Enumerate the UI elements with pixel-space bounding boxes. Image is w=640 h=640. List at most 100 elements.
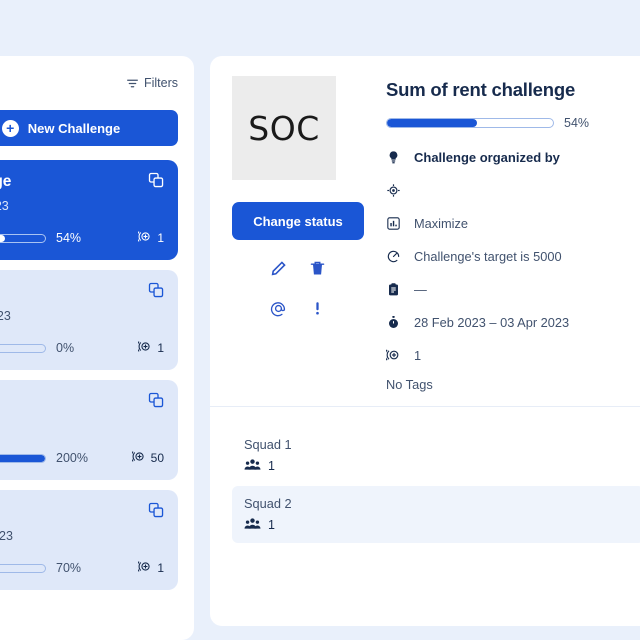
challenge-card-footer: 200% 50 (0, 449, 164, 467)
gauge-icon (386, 249, 402, 264)
challenge-card[interactable]: e Feb 2023 0% (0, 270, 178, 370)
meta-row-target: Challenge's target is 5000 (386, 245, 640, 267)
action-row-secondary (232, 300, 362, 322)
meta-row-dates: 28 Feb 2023 – 03 Apr 2023 (386, 311, 640, 333)
duplicate-icon[interactable] (148, 502, 165, 524)
meta-value: Maximize (414, 215, 469, 231)
progress-percent: 54% (56, 231, 82, 245)
challenge-card-footer: 54% 1 (0, 229, 164, 247)
progress-percent: 54% (564, 116, 590, 130)
participant-icon (136, 559, 153, 577)
filters-button[interactable]: Filters (126, 76, 178, 90)
page-title: Sum of rent challenge (386, 79, 576, 100)
progress-bar (0, 453, 46, 463)
clipboard-icon (386, 282, 402, 297)
meta-row-target-marker (386, 179, 640, 201)
challenge-card-footer: 0% 1 (0, 339, 164, 357)
detail-meta-list: Challenge organized by Maximize Challeng… (386, 146, 640, 392)
progress-bar (0, 233, 46, 243)
challenge-card-list: allenge Apr 2023 54% (0, 160, 178, 590)
sidebar-header: ailed Filters (0, 70, 178, 96)
meta-row-description: — (386, 278, 640, 300)
challenge-card[interactable]: allenge Apr 2023 54% (0, 160, 178, 260)
participant-count-value: 50 (150, 451, 164, 465)
duplicate-icon[interactable] (148, 282, 165, 304)
app-root: ailed Filters + New Challenge allenge Ap… (0, 0, 640, 640)
squad-row[interactable]: Squad 1 1 (232, 427, 640, 484)
group-icon (244, 517, 261, 533)
participant-icon (386, 347, 402, 363)
squad-member-count-value: 1 (268, 518, 275, 532)
target-icon (386, 183, 402, 198)
squad-member-count: 1 (244, 517, 632, 533)
progress-percent: 70% (56, 561, 82, 575)
progress-bar-fill (0, 234, 6, 242)
meta-row-participants: 1 (386, 344, 640, 366)
challenge-card-date: May 2023 (0, 529, 13, 544)
progress-percent: 200% (56, 451, 88, 465)
progress-bar-fill (0, 454, 45, 462)
squad-name: Squad 2 (244, 496, 292, 511)
detail-left-column: SOC Change status (232, 76, 364, 392)
stopwatch-icon (386, 315, 402, 330)
challenge-card-footer: 70% 1 (0, 559, 164, 577)
squad-member-count: 1 (244, 458, 632, 474)
challenge-thumbnail: SOC (232, 76, 336, 180)
detail-progress: 54% (386, 116, 640, 130)
participant-count: 50 (130, 449, 164, 467)
tags-label: No Tags (386, 377, 433, 392)
meta-value: 28 Feb 2023 – 03 Apr 2023 (414, 314, 570, 330)
participant-count: 1 (136, 339, 164, 357)
duplicate-icon[interactable] (148, 172, 165, 194)
meta-value: — (414, 281, 427, 297)
squad-list: Squad 1 1 Squad 2 1 (210, 407, 640, 543)
challenge-card[interactable]: ls May 2023 70% (0, 490, 178, 590)
challenge-card[interactable]: 200% 50 (0, 380, 178, 480)
meta-value: Challenge's target is 5000 (414, 248, 562, 264)
participant-count-value: 1 (157, 341, 164, 355)
progress-percent: 0% (56, 341, 75, 355)
challenge-card-title: e (0, 283, 164, 300)
filter-funnel-icon (126, 77, 139, 90)
participant-icon (136, 339, 153, 357)
challenge-card-title: ls (0, 503, 164, 520)
bar-chart-icon (386, 216, 402, 231)
report-icon[interactable] (309, 300, 326, 322)
new-challenge-button[interactable]: + New Challenge (0, 110, 178, 146)
group-icon (244, 458, 261, 474)
plus-circle-icon: + (1, 119, 19, 137)
participant-icon (136, 229, 153, 247)
squad-member-count-value: 1 (268, 459, 275, 473)
edit-icon[interactable] (270, 260, 287, 282)
meta-row-organizer: Challenge organized by (386, 146, 640, 168)
progress-bar (386, 118, 554, 128)
action-row-primary (232, 260, 362, 282)
meta-row-maximize: Maximize (386, 212, 640, 234)
delete-icon[interactable] (309, 260, 326, 282)
new-challenge-label: New Challenge (27, 120, 121, 136)
participant-count: 1 (136, 229, 164, 247)
detail-right-column: Sum of rent challenge 54% Challenge orga… (362, 76, 640, 392)
meta-value: Challenge organized by (414, 149, 560, 165)
duplicate-icon[interactable] (148, 392, 165, 414)
meta-value: 1 (414, 347, 422, 363)
filters-label: Filters (143, 76, 178, 90)
participant-count-value: 1 (157, 231, 164, 245)
participant-icon (130, 449, 147, 467)
change-status-button[interactable]: Change status (232, 202, 364, 240)
participant-count: 1 (136, 559, 164, 577)
challenge-card-date: Feb 2023 (0, 309, 11, 324)
challenge-card-date: Apr 2023 (0, 199, 9, 214)
squad-name: Squad 1 (244, 437, 292, 452)
challenge-detail-panel: SOC Change status Sum of rent challenge … (210, 56, 640, 626)
challenge-card-title: allenge (0, 173, 12, 190)
detail-body: SOC Change status Sum of rent challenge … (210, 56, 640, 392)
mention-icon[interactable] (270, 300, 287, 322)
progress-bar (0, 343, 46, 353)
progress-bar-fill (387, 119, 477, 127)
challenge-list-sidebar: ailed Filters + New Challenge allenge Ap… (0, 56, 194, 640)
participant-count-value: 1 (157, 561, 164, 575)
progress-bar (0, 563, 46, 573)
bulb-icon (386, 150, 402, 165)
squad-row[interactable]: Squad 2 1 (232, 486, 640, 543)
